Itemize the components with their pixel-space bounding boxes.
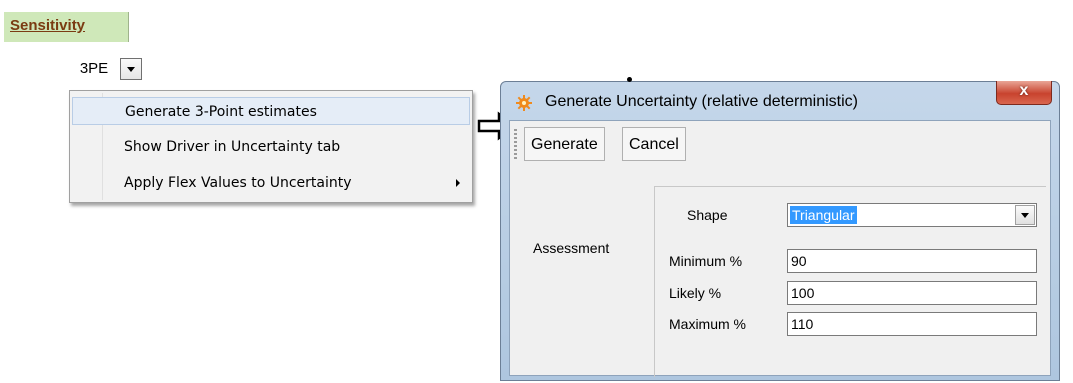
menu-item-generate-3-point-estimates[interactable]: Generate 3-Point estimates (72, 97, 470, 125)
dialog-client-area: Generate Cancel Assessment Shape Triangu… (509, 120, 1051, 377)
assessment-label: Assessment (533, 240, 610, 256)
minimum-label: Minimum % (669, 253, 743, 269)
shape-select[interactable]: Triangular (787, 203, 1037, 227)
chevron-down-icon[interactable] (1015, 205, 1035, 225)
close-button[interactable]: x (996, 81, 1052, 105)
generate-button[interactable]: Generate (524, 127, 605, 161)
maximum-label: Maximum % (669, 316, 747, 332)
shape-select-value[interactable]: Triangular (790, 206, 857, 224)
dialog-toolbar: Generate Cancel (514, 125, 706, 163)
gear-icon (516, 95, 532, 111)
submenu-arrow-icon (456, 179, 460, 187)
3pe-dropdown[interactable]: 3PE (68, 56, 160, 84)
menu-item-show-driver[interactable]: Show Driver in Uncertainty tab (72, 133, 470, 161)
likely-label: Likely % (669, 285, 722, 301)
context-menu: Generate 3-Point estimates Show Driver i… (69, 90, 473, 203)
cancel-button[interactable]: Cancel (622, 127, 686, 161)
title-dot (627, 77, 632, 82)
menu-item-apply-flex-values[interactable]: Apply Flex Values to Uncertainty (72, 169, 470, 197)
generate-uncertainty-dialog: Generate Uncertainty (relative determini… (500, 77, 1060, 381)
dialog-title: Generate Uncertainty (relative determini… (545, 93, 859, 110)
3pe-dropdown-value[interactable]: 3PE (68, 56, 120, 82)
menu-item-label: Show Driver in Uncertainty tab (124, 139, 341, 155)
toolbar-grip[interactable] (514, 129, 517, 159)
likely-field[interactable]: 100 (787, 281, 1037, 305)
maximum-field[interactable]: 110 (787, 312, 1037, 336)
sensitivity-tab[interactable]: Sensitivity (4, 12, 129, 42)
sensitivity-tab-label[interactable]: Sensitivity (10, 17, 85, 34)
menu-item-label: Apply Flex Values to Uncertainty (124, 175, 352, 191)
minimum-field[interactable]: 90 (787, 249, 1037, 273)
shape-label: Shape (687, 207, 728, 223)
close-icon[interactable]: x (997, 82, 1051, 100)
chevron-down-icon[interactable] (120, 58, 142, 80)
assessment-group: Shape Triangular Minimum % 90 Likely % 1… (654, 186, 1046, 377)
menu-item-label: Generate 3-Point estimates (125, 104, 317, 120)
